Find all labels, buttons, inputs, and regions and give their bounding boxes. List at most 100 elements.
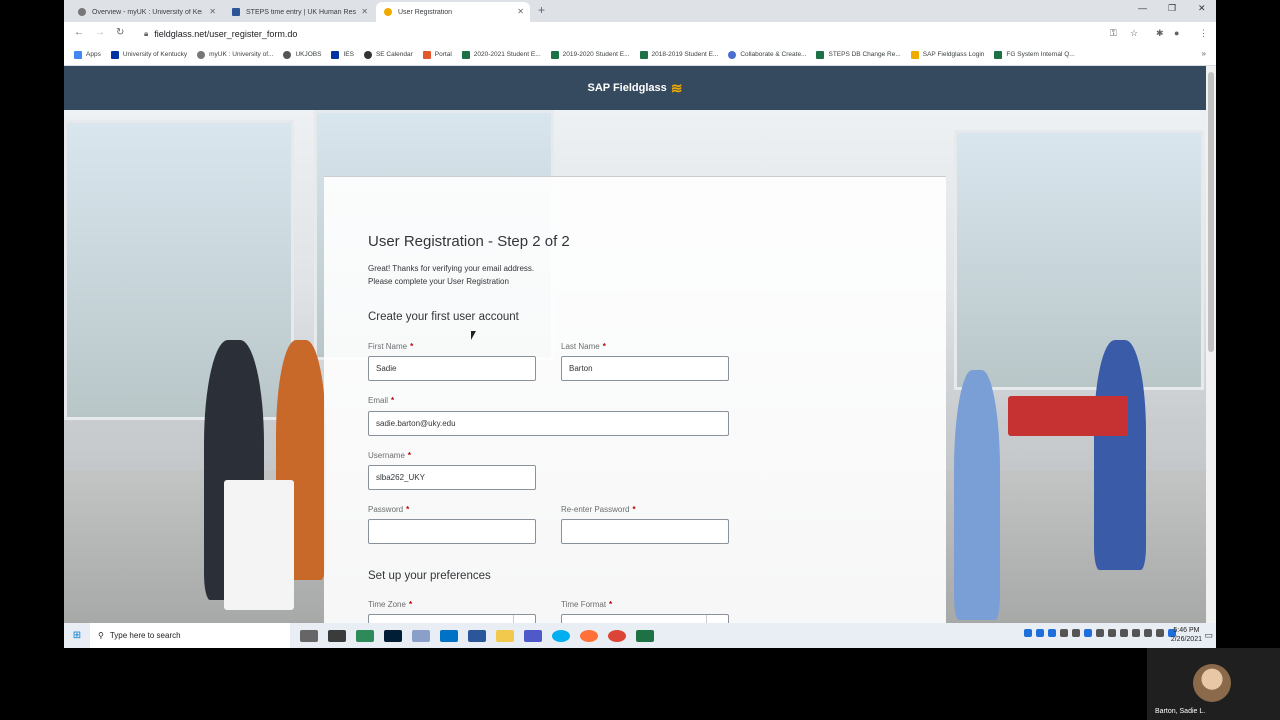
reenter-password-field[interactable] bbox=[561, 519, 729, 544]
tray-icon[interactable] bbox=[1072, 629, 1080, 637]
page-icon bbox=[232, 8, 240, 16]
windows-taskbar: ⊞ ⚲ Type here to search 5:46 PM 2/26/202… bbox=[64, 623, 1216, 648]
first-name-field[interactable]: Sadie bbox=[368, 356, 536, 381]
word-icon[interactable] bbox=[468, 629, 486, 642]
bookmark-portal[interactable]: Portal bbox=[422, 50, 452, 59]
bookmarks-bar: Apps University of Kentucky myUK : Unive… bbox=[64, 44, 1216, 66]
bookmark-uk[interactable]: University of Kentucky bbox=[110, 50, 187, 59]
key-icon[interactable]: ⚿ bbox=[1110, 28, 1117, 39]
globe-icon bbox=[197, 50, 206, 59]
tray-icon[interactable] bbox=[1120, 629, 1128, 637]
task-view-icon[interactable] bbox=[300, 629, 318, 642]
username-field[interactable]: slba262_UKY bbox=[368, 465, 536, 490]
outlook-icon[interactable] bbox=[440, 629, 458, 642]
window-decor bbox=[64, 120, 294, 420]
bluetooth-icon[interactable] bbox=[1084, 629, 1092, 637]
tab-overview[interactable]: Overview - myUK : University of Kent ✕ bbox=[70, 2, 222, 22]
forward-icon[interactable]: → bbox=[95, 27, 105, 38]
tray-icon[interactable] bbox=[1024, 629, 1032, 637]
windows-start-icon[interactable]: ⊞ bbox=[64, 630, 90, 641]
reload-icon[interactable]: ↻ bbox=[116, 27, 124, 38]
microphone-icon[interactable] bbox=[1156, 629, 1164, 637]
calculator-icon[interactable] bbox=[356, 629, 374, 642]
password-label: Password * bbox=[368, 505, 410, 514]
file-explorer-icon[interactable] bbox=[496, 629, 514, 642]
tab-user-registration[interactable]: User Registration ✕ bbox=[376, 2, 530, 22]
more-bookmarks-icon[interactable]: » bbox=[1202, 49, 1206, 58]
bookmark-ies[interactable]: IES bbox=[331, 50, 354, 59]
email-label: Email * bbox=[368, 396, 395, 405]
apps-icon bbox=[74, 50, 82, 59]
time-format-select[interactable]: ▾ bbox=[561, 614, 729, 623]
bookmark-ukjobs[interactable]: UKJOBS bbox=[283, 50, 321, 59]
notification-icon[interactable]: ▭ bbox=[1204, 630, 1213, 641]
participant-name: Barton, Sadie L. bbox=[1155, 708, 1206, 715]
bookmark-2018-2019[interactable]: 2018-2019 Student E... bbox=[639, 50, 718, 59]
tab-strip: Overview - myUK : University of Kent ✕ S… bbox=[64, 0, 1216, 22]
sap-header: SAP Fieldglass ≋ bbox=[64, 66, 1206, 110]
sap-fieldglass-logo[interactable]: SAP Fieldglass ≋ bbox=[587, 80, 682, 97]
skype-icon[interactable] bbox=[552, 629, 570, 642]
snipping-icon[interactable] bbox=[412, 629, 430, 642]
close-window-icon[interactable]: ✕ bbox=[1198, 3, 1206, 14]
uk-icon bbox=[110, 50, 119, 59]
bookmark-sap-fieldglass-login[interactable]: SAP Fieldglass Login bbox=[910, 50, 984, 59]
close-icon[interactable]: ✕ bbox=[517, 7, 524, 16]
password-field[interactable] bbox=[368, 519, 536, 544]
close-icon[interactable]: ✕ bbox=[361, 7, 368, 16]
close-icon[interactable]: ✕ bbox=[209, 7, 216, 16]
tab-title: STEPS time entry | UK Human Resou bbox=[246, 8, 356, 16]
bookmark-myuk[interactable]: myUK : University of... bbox=[197, 50, 273, 59]
uk-icon bbox=[331, 50, 340, 59]
store-icon[interactable] bbox=[328, 629, 346, 642]
photoshop-icon[interactable] bbox=[384, 629, 402, 642]
tab-title: Overview - myUK : University of Kent bbox=[92, 8, 202, 16]
verification-message: Great! Thanks for verifying your email a… bbox=[368, 264, 535, 286]
bookmark-se-calendar[interactable]: SE Calendar bbox=[363, 50, 413, 59]
tray-icon[interactable] bbox=[1096, 629, 1104, 637]
minimize-icon[interactable]: — bbox=[1138, 3, 1147, 13]
time-format-label: Time Format * bbox=[561, 600, 613, 609]
page-scrollbar[interactable] bbox=[1206, 66, 1216, 623]
screen: Overview - myUK : University of Kent ✕ S… bbox=[64, 0, 1216, 648]
registration-card: User Registration - Step 2 of 2 Great! T… bbox=[324, 176, 946, 623]
taskbar-search[interactable]: ⚲ Type here to search bbox=[90, 623, 290, 648]
bookmark-apps[interactable]: Apps bbox=[74, 50, 101, 59]
back-icon[interactable]: ← bbox=[74, 27, 84, 38]
email-field[interactable]: sadie.barton@uky.edu bbox=[368, 411, 729, 436]
chrome-icon[interactable] bbox=[608, 629, 626, 642]
bookmark-collaborate[interactable]: Collaborate & Create... bbox=[728, 50, 806, 59]
taskbar-clock[interactable]: 5:46 PM 2/26/2021 bbox=[1171, 626, 1202, 644]
new-tab-icon[interactable]: + bbox=[538, 3, 545, 17]
time-zone-select[interactable]: ▾ bbox=[368, 614, 536, 623]
chevron-down-icon: ▾ bbox=[513, 615, 535, 623]
scrollbar-thumb[interactable] bbox=[1208, 72, 1214, 352]
tray-icon[interactable] bbox=[1048, 629, 1056, 637]
address-bar[interactable]: 🔒︎ fieldglass.net/user_register_form.do bbox=[144, 25, 1104, 42]
required-marker: * bbox=[406, 505, 410, 514]
menu-icon[interactable]: ⋮ bbox=[1199, 28, 1208, 39]
bookmark-steps-db[interactable]: STEPS DB Change Re... bbox=[816, 50, 901, 59]
teams-icon[interactable] bbox=[524, 629, 542, 642]
wifi-icon[interactable] bbox=[1132, 629, 1140, 637]
mouse-cursor-icon bbox=[471, 331, 476, 340]
required-marker: * bbox=[407, 451, 412, 460]
required-marker: * bbox=[410, 342, 414, 351]
profile-icon[interactable]: ● bbox=[1174, 28, 1179, 38]
lock-icon: 🔒︎ bbox=[144, 28, 149, 38]
maximize-icon[interactable]: ❐ bbox=[1168, 3, 1176, 14]
tray-icon[interactable] bbox=[1108, 629, 1116, 637]
tray-icon[interactable] bbox=[1036, 629, 1044, 637]
bookmark-2020-2021[interactable]: 2020-2021 Student E... bbox=[461, 50, 541, 59]
extensions-icon[interactable]: ✱ bbox=[1156, 28, 1164, 39]
tray-icon[interactable] bbox=[1060, 629, 1068, 637]
firefox-icon[interactable] bbox=[580, 629, 598, 642]
tab-steps[interactable]: STEPS time entry | UK Human Resou ✕ bbox=[224, 2, 374, 22]
required-marker: * bbox=[391, 396, 395, 405]
bookmark-fg-system[interactable]: FG System Internal Q... bbox=[994, 50, 1075, 59]
bookmark-2019-2020[interactable]: 2019-2020 Student E... bbox=[550, 50, 630, 59]
excel-icon[interactable] bbox=[636, 629, 654, 642]
star-icon[interactable]: ☆ bbox=[1130, 28, 1138, 39]
volume-icon[interactable] bbox=[1144, 629, 1152, 637]
last-name-field[interactable]: Barton bbox=[561, 356, 729, 381]
